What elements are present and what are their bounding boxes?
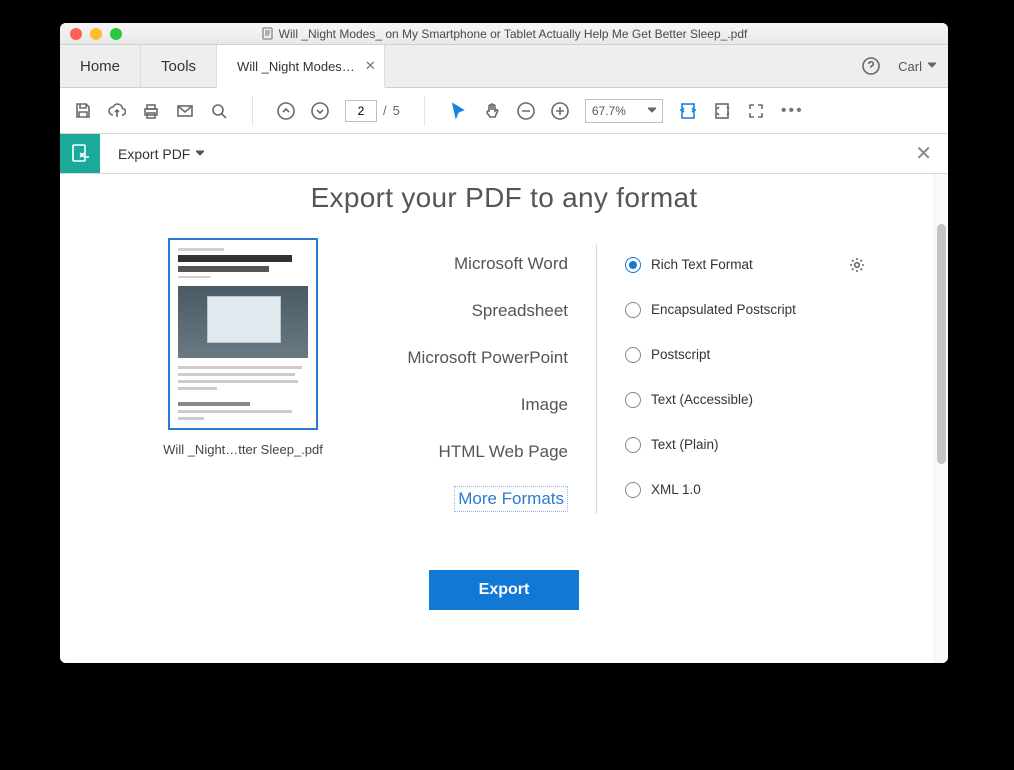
user-name: Carl [898, 59, 922, 74]
category-image[interactable]: Image [343, 381, 568, 428]
export-button[interactable]: Export [429, 570, 579, 610]
radio-icon [625, 392, 641, 408]
scrollbar-thumb[interactable] [937, 224, 946, 464]
tab-home[interactable]: Home [60, 45, 141, 87]
tab-document-label: Will _Night Modes… [237, 59, 355, 74]
radio-icon [625, 437, 641, 453]
vertical-divider [596, 244, 597, 514]
user-menu[interactable]: Carl [898, 59, 936, 74]
category-more-formats[interactable]: More Formats [343, 475, 568, 522]
export-pdf-icon [60, 134, 100, 173]
option-text-accessible[interactable]: Text (Accessible) [625, 377, 865, 422]
zoom-value: 67.7% [592, 104, 626, 118]
option-text-plain[interactable]: Text (Plain) [625, 422, 865, 467]
more-tools-icon[interactable]: ••• [781, 102, 804, 120]
document-thumbnail-column: Will _Night…tter Sleep_.pdf [143, 238, 343, 457]
category-ms-word[interactable]: Microsoft Word [343, 240, 568, 287]
export-category-list: Microsoft Word Spreadsheet Microsoft Pow… [343, 238, 568, 522]
app-window: Will _Night Modes_ on My Smartphone or T… [60, 23, 948, 663]
option-xml[interactable]: XML 1.0 [625, 467, 865, 512]
print-icon[interactable] [142, 102, 160, 120]
radio-icon [625, 302, 641, 318]
page-down-icon[interactable] [311, 102, 329, 120]
export-panel-label: Export PDF [118, 146, 190, 162]
close-window-button[interactable] [70, 28, 82, 40]
chevron-down-icon [196, 150, 204, 158]
scrollbar[interactable] [934, 174, 948, 663]
radio-icon [625, 257, 641, 273]
chevron-down-icon [928, 62, 936, 70]
page-input[interactable] [345, 100, 377, 122]
export-panel-dropdown[interactable]: Export PDF [100, 134, 222, 173]
option-label: XML 1.0 [651, 482, 701, 497]
fullscreen-icon[interactable] [747, 102, 765, 120]
page-total: 5 [393, 103, 400, 118]
chevron-down-icon [648, 107, 656, 115]
option-postscript[interactable]: Postscript [625, 332, 865, 377]
export-option-list: Rich Text Format Encapsulated Postscript… [625, 238, 865, 512]
export-panel: Export your PDF to any format [60, 174, 948, 663]
category-ms-powerpoint[interactable]: Microsoft PowerPoint [343, 334, 568, 381]
window-title: Will _Night Modes_ on My Smartphone or T… [60, 27, 948, 41]
category-spreadsheet[interactable]: Spreadsheet [343, 287, 568, 334]
zoom-dropdown[interactable]: 67.7% [585, 99, 663, 123]
radio-icon [625, 347, 641, 363]
tab-bar: Home Tools Will _Night Modes… ✕ Carl [60, 45, 948, 88]
cloud-upload-icon[interactable] [108, 102, 126, 120]
fit-page-icon[interactable] [713, 102, 731, 120]
export-heading: Export your PDF to any format [60, 182, 948, 214]
option-label: Rich Text Format [651, 257, 753, 272]
tab-close-icon[interactable]: ✕ [365, 58, 376, 74]
fit-width-icon[interactable] [679, 102, 697, 120]
hand-tool-icon[interactable] [483, 102, 501, 120]
gear-icon[interactable] [849, 257, 865, 273]
option-eps[interactable]: Encapsulated Postscript [625, 287, 865, 332]
category-html[interactable]: HTML Web Page [343, 428, 568, 475]
page-up-icon[interactable] [277, 102, 295, 120]
titlebar: Will _Night Modes_ on My Smartphone or T… [60, 23, 948, 45]
window-title-text: Will _Night Modes_ on My Smartphone or T… [279, 27, 748, 41]
search-icon[interactable] [210, 102, 228, 120]
save-icon[interactable] [74, 102, 92, 120]
select-tool-icon[interactable] [449, 102, 467, 120]
option-label: Encapsulated Postscript [651, 302, 796, 317]
minimize-window-button[interactable] [90, 28, 102, 40]
zoom-window-button[interactable] [110, 28, 122, 40]
tab-document[interactable]: Will _Night Modes… ✕ [217, 45, 385, 88]
zoom-out-icon[interactable] [517, 102, 535, 120]
export-panel-header: Export PDF ✕ [60, 134, 948, 174]
option-label: Text (Accessible) [651, 392, 753, 407]
mail-icon[interactable] [176, 102, 194, 120]
radio-icon [625, 482, 641, 498]
document-thumbnail-name: Will _Night…tter Sleep_.pdf [163, 442, 323, 457]
close-panel-button[interactable]: ✕ [899, 134, 948, 173]
page-indicator: / 5 [345, 100, 400, 122]
tab-tools[interactable]: Tools [141, 45, 217, 87]
zoom-in-icon[interactable] [551, 102, 569, 120]
option-rtf[interactable]: Rich Text Format [625, 242, 865, 287]
option-label: Text (Plain) [651, 437, 719, 452]
toolbar: / 5 67.7% ••• [60, 88, 948, 134]
option-label: Postscript [651, 347, 710, 362]
document-thumbnail[interactable] [168, 238, 318, 430]
help-icon[interactable] [862, 57, 880, 75]
window-controls [60, 28, 122, 40]
